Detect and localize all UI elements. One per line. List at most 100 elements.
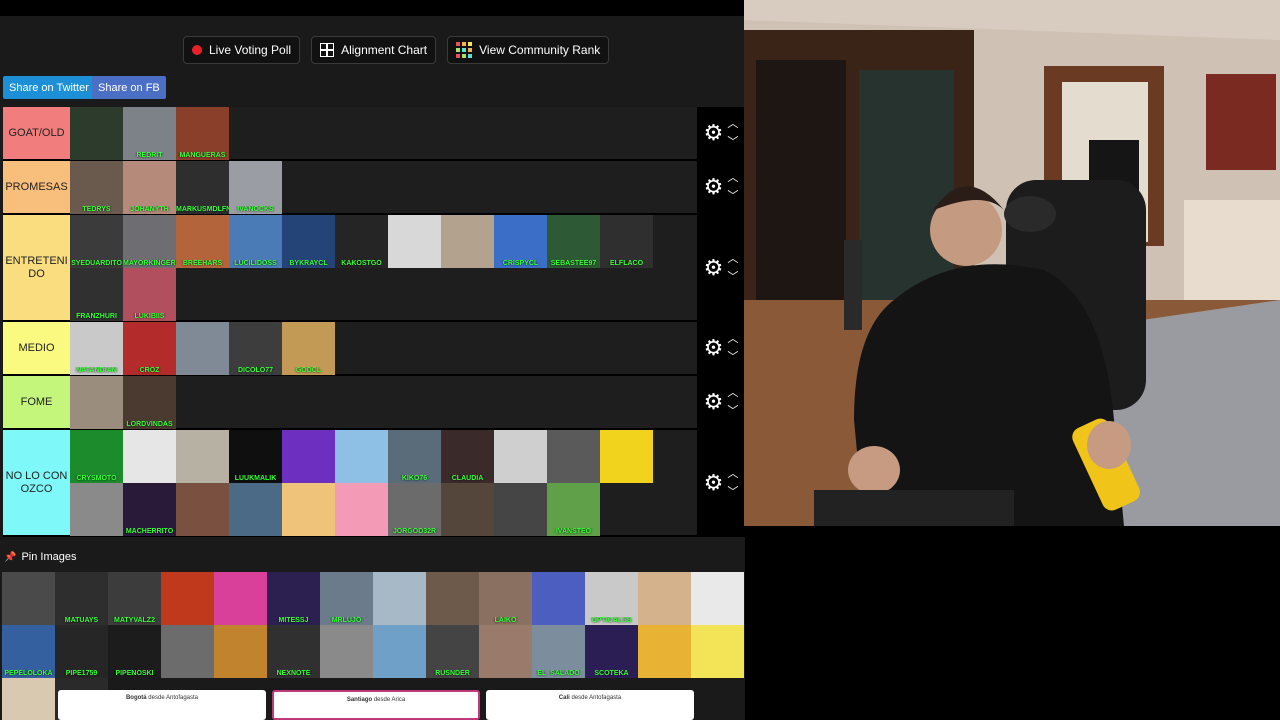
pool-item-image[interactable]: [532, 572, 585, 625]
pool-item-image[interactable]: [373, 572, 426, 625]
pool-item-image[interactable]: [691, 572, 744, 625]
pool-item-image[interactable]: MRLUJO: [320, 572, 373, 625]
tier-item-image[interactable]: [70, 376, 123, 429]
pool-item-image[interactable]: RUSNDER: [426, 625, 479, 678]
tier-item-image[interactable]: [70, 483, 123, 536]
chevron-up-icon[interactable]: ︿: [727, 468, 738, 479]
tier-item-image[interactable]: KAKOSTGO: [335, 215, 388, 268]
chevron-down-icon[interactable]: ﹀: [727, 406, 738, 417]
chevron-down-icon[interactable]: ﹀: [727, 191, 738, 202]
tier-item-image[interactable]: [176, 430, 229, 483]
share-twitter-button[interactable]: Share on Twitter: [3, 76, 95, 99]
destination-card[interactable]: Bogotá desde Antofagasta: [58, 690, 266, 720]
pool-item-image[interactable]: SCOTEKA: [585, 625, 638, 678]
pool-item-image[interactable]: PIPE1759: [55, 625, 108, 678]
tier-item-image[interactable]: [494, 483, 547, 536]
pool-item-image[interactable]: MATYVALZ2: [108, 572, 161, 625]
tier-item-image[interactable]: IVANSTEO: [547, 483, 600, 536]
tier-item-image[interactable]: SEBASTEE97: [547, 215, 600, 268]
tier-item-image[interactable]: [229, 483, 282, 536]
pool-item-image[interactable]: [479, 625, 532, 678]
pool-item-image[interactable]: [161, 625, 214, 678]
chevron-up-icon[interactable]: ︿: [727, 119, 738, 130]
chevron-down-icon[interactable]: ﹀: [727, 352, 738, 363]
tier-item-image[interactable]: [441, 483, 494, 536]
tier-item-image[interactable]: TEDRYS: [70, 161, 123, 214]
tier-item-image[interactable]: [176, 322, 229, 375]
chevron-down-icon[interactable]: ﹀: [727, 137, 738, 148]
pool-item-image[interactable]: [373, 625, 426, 678]
tier-item-image[interactable]: MARKUSMDLFN: [176, 161, 229, 214]
tier-item-image[interactable]: CROZ: [123, 322, 176, 375]
tier-item-image[interactable]: MACHERRITO: [123, 483, 176, 536]
pool-item-image[interactable]: PIPENOSKI: [108, 625, 161, 678]
tier-label[interactable]: MEDIO: [3, 322, 70, 374]
tier-item-image[interactable]: LUUKMALIK: [229, 430, 282, 483]
pool-item-image[interactable]: [214, 572, 267, 625]
destination-card[interactable]: Cali desde Antofagasta: [486, 690, 694, 720]
tier-item-image[interactable]: [123, 430, 176, 483]
pool-item-image[interactable]: [2, 572, 55, 625]
tier-item-image[interactable]: [176, 483, 229, 536]
pool-item-image[interactable]: EL_SALADO: [532, 625, 585, 678]
tier-item-image[interactable]: CRYSMOTO: [70, 430, 123, 483]
pool-item-image[interactable]: [691, 625, 744, 678]
tier-item-image[interactable]: JORGOD32R: [388, 483, 441, 536]
chevron-up-icon[interactable]: ︿: [727, 388, 738, 399]
tier-item-image[interactable]: FRANZHURI: [70, 268, 123, 321]
tier-label[interactable]: FOME: [3, 376, 70, 428]
tier-item-image[interactable]: CLAUDIA: [441, 430, 494, 483]
tier-item-image[interactable]: BREEHARS: [176, 215, 229, 268]
pool-item-image[interactable]: [638, 625, 691, 678]
tier-item-image[interactable]: [600, 430, 653, 483]
pool-item-image[interactable]: [2, 678, 55, 720]
pool-item-image[interactable]: OPTICALSS: [585, 572, 638, 625]
tier-item-image[interactable]: [547, 430, 600, 483]
tier-item-image[interactable]: KIKO76: [388, 430, 441, 483]
tier-item-image[interactable]: ELFLACO: [600, 215, 653, 268]
tier-item-image[interactable]: CRISPYCL: [494, 215, 547, 268]
tier-item-image[interactable]: SYEDUARDITO: [70, 215, 123, 268]
destination-card[interactable]: Santiago desde Arica: [272, 690, 480, 720]
gear-icon[interactable]: ⚙: [704, 337, 724, 359]
chevron-up-icon[interactable]: ︿: [727, 253, 738, 264]
tier-item-image[interactable]: JOHANYTH: [123, 161, 176, 214]
tier-item-image[interactable]: REDRIT: [123, 107, 176, 160]
pool-item-image[interactable]: NEXNOTE: [267, 625, 320, 678]
tier-item-image[interactable]: [70, 107, 123, 160]
pool-item-image[interactable]: [161, 572, 214, 625]
gear-icon[interactable]: ⚙: [704, 176, 724, 198]
gear-icon[interactable]: ⚙: [704, 122, 724, 144]
tier-item-image[interactable]: [282, 430, 335, 483]
chevron-up-icon[interactable]: ︿: [727, 334, 738, 345]
live-voting-poll-button[interactable]: Live Voting Poll: [183, 36, 301, 64]
pool-item-image[interactable]: [320, 625, 373, 678]
tier-item-image[interactable]: LUCILIDOSS: [229, 215, 282, 268]
tier-item-image[interactable]: BYKRAYCL: [282, 215, 335, 268]
tier-label[interactable]: NO LO CONOZCO: [3, 430, 70, 535]
tier-item-image[interactable]: DICOLO77: [229, 322, 282, 375]
gear-icon[interactable]: ⚙: [704, 256, 724, 279]
chevron-up-icon[interactable]: ︿: [727, 173, 738, 184]
tier-item-image[interactable]: IVANOCKS: [229, 161, 282, 214]
pool-item-image[interactable]: MATUAYS: [55, 572, 108, 625]
share-facebook-button[interactable]: Share on FB: [92, 76, 166, 99]
tier-label[interactable]: ENTRETENIDO: [3, 215, 70, 320]
chevron-down-icon[interactable]: ﹀: [727, 486, 738, 497]
tier-item-image[interactable]: MAYORKINGERS: [123, 215, 176, 268]
tier-item-image[interactable]: LORDVINDAS: [123, 376, 176, 429]
pool-item-image[interactable]: [638, 572, 691, 625]
pin-images-header[interactable]: 📌 Pin Images: [4, 551, 76, 563]
pool-item-image[interactable]: [214, 625, 267, 678]
tier-item-image[interactable]: [335, 430, 388, 483]
tier-item-image[interactable]: GODCL: [282, 322, 335, 375]
pool-item-image[interactable]: [426, 572, 479, 625]
tier-item-image[interactable]: LUKIBIIS: [123, 268, 176, 321]
pool-item-image[interactable]: PEPELOLOKA: [2, 625, 55, 678]
gear-icon[interactable]: ⚙: [704, 391, 724, 413]
tier-item-image[interactable]: [388, 215, 441, 268]
community-rank-button[interactable]: View Community Rank: [447, 36, 610, 64]
tier-item-image[interactable]: [335, 483, 388, 536]
pool-item-image[interactable]: MITESSJ: [267, 572, 320, 625]
tier-label[interactable]: GOAT/OLD: [3, 107, 70, 159]
